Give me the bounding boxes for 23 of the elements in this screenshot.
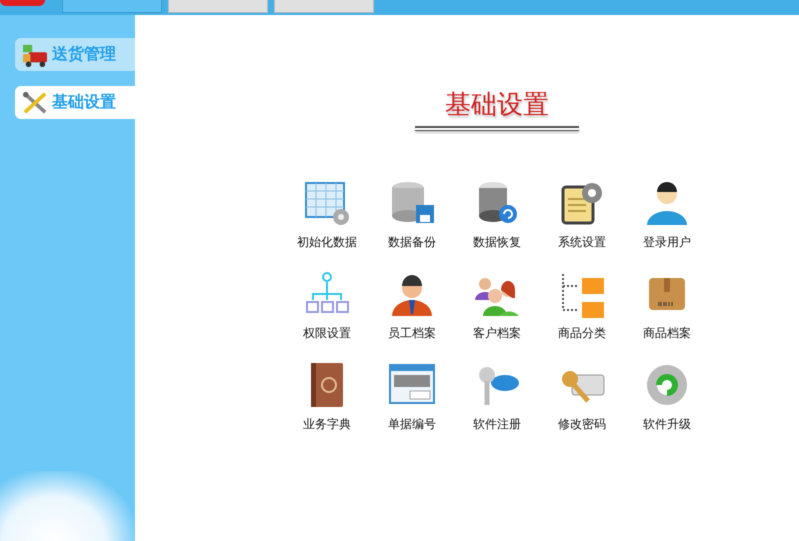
page-title: 基础设置 [445, 89, 549, 122]
logo-icon [0, 0, 45, 6]
tab[interactable] [168, 0, 268, 13]
truck-icon [21, 42, 49, 66]
function-shortcut[interactable]: 商品档案 [624, 270, 710, 342]
function-shortcut[interactable]: 员工档案 [370, 270, 454, 342]
function-shortcut[interactable]: 权限设置 [284, 270, 370, 342]
function-shortcut[interactable]: 系统设置 [540, 179, 624, 251]
tab[interactable] [274, 0, 374, 13]
function-shortcut[interactable]: 软件注册 [454, 361, 540, 433]
function-shortcut[interactable]: 单据编号 [370, 361, 454, 433]
tools-icon [21, 90, 49, 114]
function-shortcut[interactable]: 数据恢复 [454, 179, 540, 251]
function-shortcut[interactable]: 初始化数据 [284, 179, 370, 251]
table-gear-icon [303, 179, 351, 227]
tab[interactable] [62, 0, 162, 13]
function-shortcut[interactable]: 商品分类 [540, 270, 624, 342]
function-shortcut[interactable]: 登录用户 [624, 179, 710, 251]
function-shortcut[interactable]: 修改密码 [540, 361, 624, 433]
function-shortcut[interactable]: 数据备份 [370, 179, 454, 251]
function-shortcut[interactable]: 客户档案 [454, 270, 540, 342]
function-shortcut[interactable]: 软件升级 [624, 361, 710, 433]
function-shortcut[interactable]: 业务字典 [284, 361, 370, 433]
